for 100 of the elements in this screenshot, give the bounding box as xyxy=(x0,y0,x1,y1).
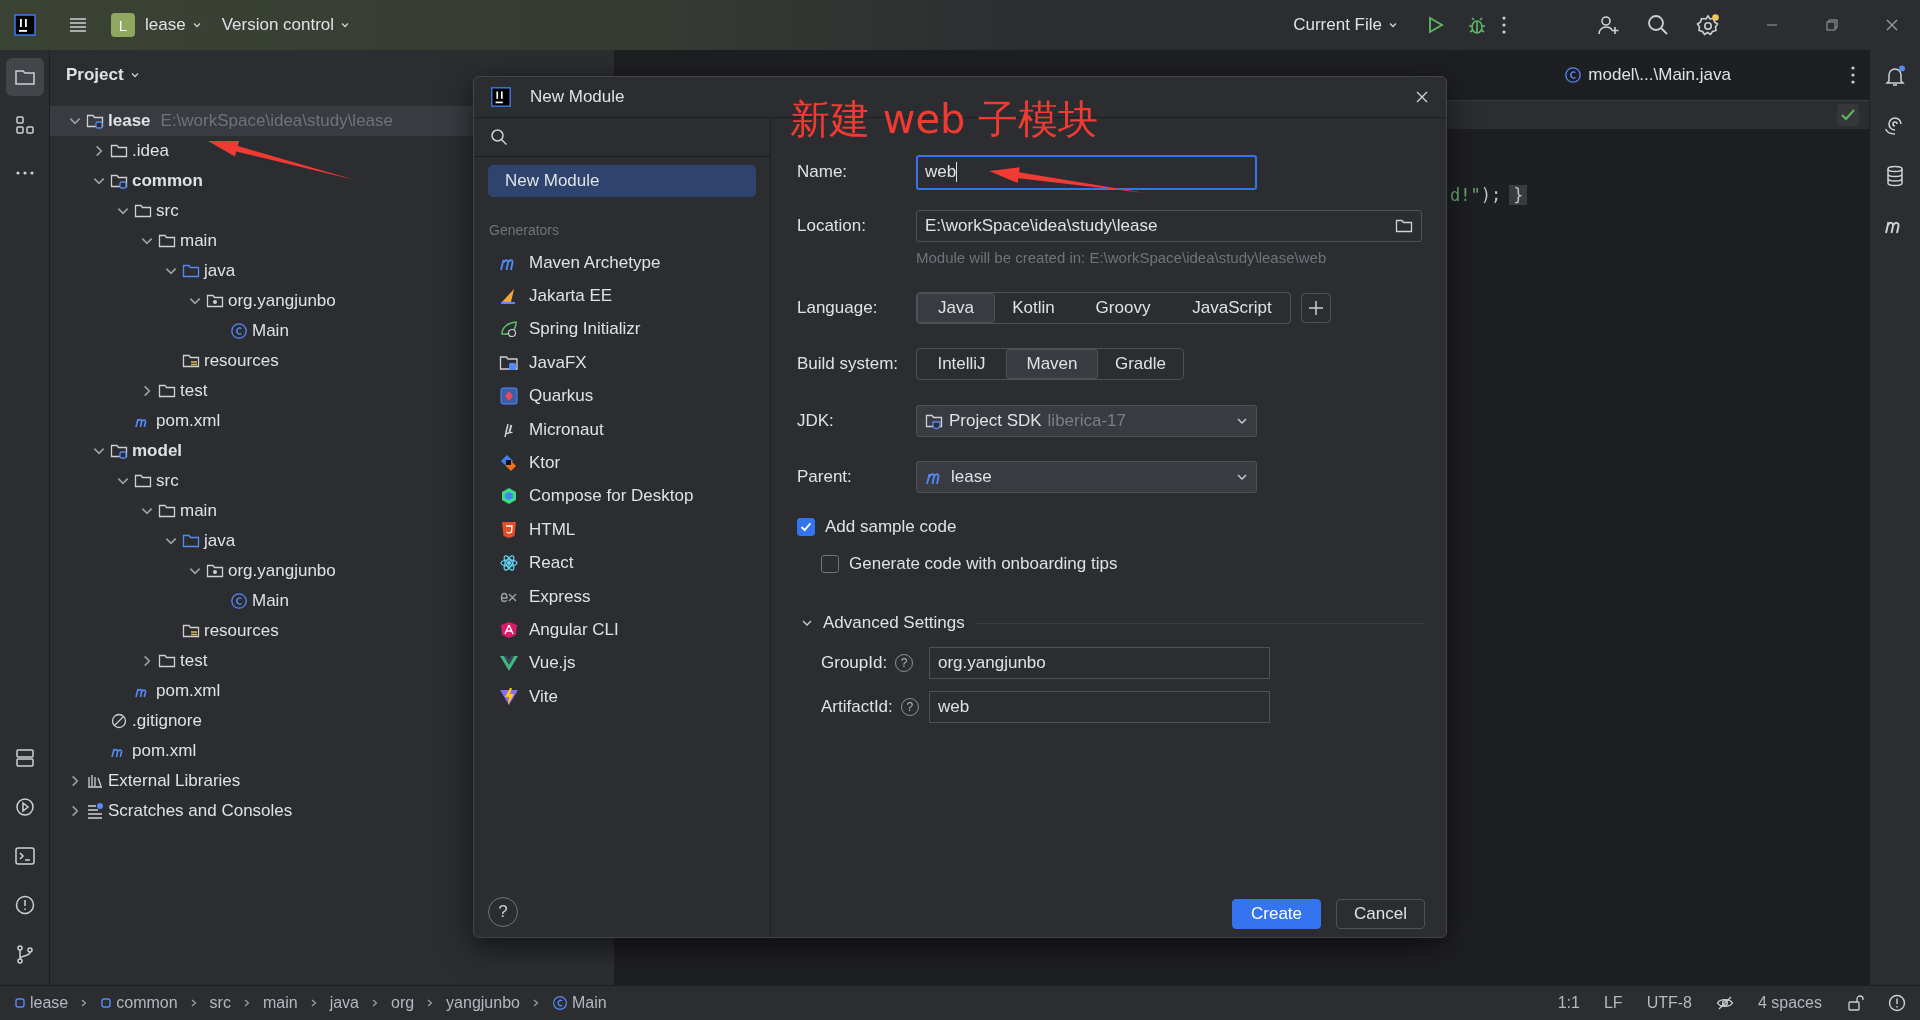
language-option[interactable]: Kotlin xyxy=(995,293,1072,323)
close-icon[interactable] xyxy=(1884,17,1900,33)
diamond-logo-icon xyxy=(499,453,519,474)
checkbox-row[interactable]: Add sample code xyxy=(797,515,1446,539)
jdk-dropdown[interactable]: Project SDK liberica-17 xyxy=(916,405,1257,437)
field-label: Parent: xyxy=(797,467,853,487)
checkbox[interactable] xyxy=(821,555,839,573)
caret-position[interactable]: 1:1 xyxy=(1557,994,1580,1012)
generator-item[interactable]: Micronaut xyxy=(488,412,756,447)
eye-crossed-icon[interactable] xyxy=(1715,994,1734,1012)
tree-item-label: External Libraries xyxy=(108,771,241,791)
project-switcher[interactable]: L lease xyxy=(105,9,208,41)
panel-title[interactable]: Project xyxy=(66,65,124,85)
tool-window-button[interactable] xyxy=(5,58,44,96)
tree-item-label: java xyxy=(204,531,236,551)
build-system-option[interactable]: Maven xyxy=(1006,349,1098,379)
generator-item[interactable]: Maven Archetype xyxy=(488,246,756,280)
run-config-dropdown[interactable]: Current File xyxy=(1287,11,1404,39)
search-icon[interactable] xyxy=(1646,13,1670,37)
source-folder-icon xyxy=(182,532,200,550)
check-icon[interactable] xyxy=(1837,104,1859,126)
section-title[interactable]: Advanced Settings xyxy=(823,613,965,633)
generator-item[interactable]: Spring Initializr xyxy=(488,312,756,347)
chevron-down-icon[interactable] xyxy=(129,70,140,80)
generator-item[interactable]: React xyxy=(488,546,756,580)
breadcrumb[interactable]: java xyxy=(329,994,359,1012)
chevron-down-icon xyxy=(340,20,351,30)
tree-item-label: test xyxy=(180,381,208,401)
close-icon[interactable] xyxy=(1414,89,1430,105)
generator-item[interactable]: HTML xyxy=(488,513,756,547)
breadcrumb[interactable]: org xyxy=(391,994,415,1012)
editor-tab[interactable]: model\...\Main.java xyxy=(1564,65,1731,85)
tree-item-label: common xyxy=(132,171,203,191)
generator-item[interactable]: Ktor xyxy=(488,446,756,480)
more-icon[interactable] xyxy=(1502,16,1506,34)
build-system-option[interactable]: Gradle xyxy=(1098,349,1183,379)
vcs-menu[interactable]: Version control xyxy=(215,11,357,39)
run-tool-icon[interactable] xyxy=(13,796,36,818)
tree-item[interactable]: .idea xyxy=(50,136,614,166)
app-logo-icon[interactable] xyxy=(13,13,37,37)
generator-item[interactable]: JavaFX xyxy=(488,346,756,380)
line-separator[interactable]: LF xyxy=(1603,994,1623,1012)
create-button[interactable]: Create xyxy=(1232,899,1321,929)
module-folder-icon xyxy=(110,442,128,460)
name-field[interactable]: web xyxy=(916,154,1257,190)
parent-dropdown[interactable]: lease xyxy=(916,461,1257,493)
settings-icon[interactable] xyxy=(1696,13,1720,37)
notifications-icon[interactable] xyxy=(1883,64,1907,88)
restore-icon[interactable] xyxy=(1824,17,1840,33)
tree-item-label: Scratches and Consoles xyxy=(108,801,293,821)
checkbox-row[interactable]: Generate code with onboarding tips xyxy=(821,552,1446,576)
generator-item[interactable]: Quarkus xyxy=(488,379,756,413)
location-field[interactable]: E:\workSpace\idea\study\lease xyxy=(916,210,1422,242)
module-type-item[interactable]: New Module xyxy=(488,165,756,197)
breadcrumb[interactable]: lease xyxy=(14,994,69,1012)
field-label: ArtifactId: xyxy=(821,697,893,717)
terminal-icon[interactable] xyxy=(13,845,36,867)
text-field[interactable]: org.yangjunbo xyxy=(929,647,1270,679)
debug-icon[interactable] xyxy=(1466,14,1488,36)
services-icon[interactable] xyxy=(13,747,36,769)
field-label: Location: xyxy=(797,216,867,236)
text-field[interactable]: web xyxy=(929,691,1270,723)
generator-item[interactable]: Express xyxy=(488,579,756,614)
breadcrumb[interactable]: Main xyxy=(551,994,607,1012)
folder-icon[interactable] xyxy=(1395,217,1413,235)
breadcrumb[interactable]: common xyxy=(100,994,178,1012)
breadcrumb[interactable]: src xyxy=(209,994,231,1012)
build-system-option[interactable]: IntelliJ xyxy=(917,349,1006,379)
search-icon[interactable] xyxy=(490,128,508,146)
generator-item[interactable]: Vue.js xyxy=(488,646,756,681)
plus-icon[interactable] xyxy=(1301,293,1331,323)
tree-item[interactable]: Scratches and Consoles xyxy=(50,796,614,826)
unlock-icon[interactable] xyxy=(1846,994,1864,1012)
more-icon[interactable] xyxy=(1851,66,1855,84)
tree-item[interactable]: pom.xml xyxy=(50,736,614,766)
warning-icon[interactable] xyxy=(1888,994,1906,1012)
generator-label: JavaFX xyxy=(529,352,587,373)
tree-item-label: main xyxy=(180,501,217,521)
breadcrumb[interactable]: yangjunbo xyxy=(446,994,520,1012)
tree-item[interactable]: External Libraries xyxy=(50,766,614,796)
tree-item-label: pom.xml xyxy=(132,741,197,761)
language-option[interactable]: JavaScript xyxy=(1174,293,1290,323)
generator-item[interactable]: Jakarta EE xyxy=(488,279,756,313)
breadcrumb[interactable]: main xyxy=(262,994,298,1012)
generator-label: Vite xyxy=(529,686,558,707)
indent-setting[interactable]: 4 spaces xyxy=(1757,994,1822,1012)
checkbox[interactable] xyxy=(797,518,815,536)
generator-label: Express xyxy=(529,586,591,607)
generator-label: Maven Archetype xyxy=(529,252,661,273)
generator-item[interactable]: Compose for Desktop xyxy=(488,479,756,514)
list-icon xyxy=(86,802,104,820)
generator-item[interactable]: Angular CLI xyxy=(488,613,756,647)
file-encoding[interactable]: UTF-8 xyxy=(1646,994,1692,1012)
language-option[interactable]: Groovy xyxy=(1072,293,1174,323)
angular-shield-icon xyxy=(499,620,519,640)
problems-icon[interactable] xyxy=(13,894,36,916)
language-option[interactable]: Java xyxy=(917,293,995,323)
app-logo-icon xyxy=(490,86,512,108)
add-user-icon[interactable] xyxy=(1596,13,1620,37)
cancel-button[interactable]: Cancel xyxy=(1336,899,1425,929)
